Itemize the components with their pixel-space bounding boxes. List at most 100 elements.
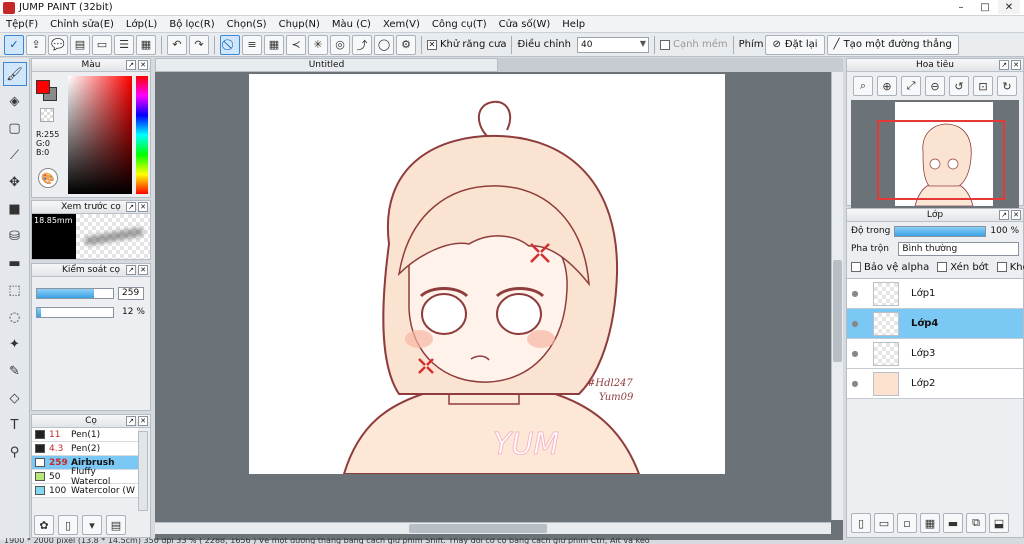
popout-icon[interactable]: ↗ bbox=[126, 202, 136, 212]
select-rect-tool-icon[interactable]: ⬚ bbox=[3, 278, 27, 302]
close-panel-icon[interactable]: ✕ bbox=[1011, 210, 1021, 220]
new-layer-8bit-icon[interactable]: ▭ bbox=[874, 513, 894, 533]
zoom-icon[interactable]: ⌕ bbox=[853, 76, 873, 96]
brush-item[interactable]: 100 Watercolor (W bbox=[32, 484, 138, 498]
text-tool-icon[interactable]: T bbox=[3, 413, 27, 437]
undo-icon[interactable]: ↶ bbox=[167, 34, 187, 55]
hue-slider[interactable] bbox=[136, 76, 148, 194]
parallel-snap-icon[interactable]: ≡ bbox=[242, 34, 262, 55]
lasso-tool-icon[interactable]: ◌ bbox=[3, 305, 27, 329]
visibility-icon[interactable]: ● bbox=[847, 289, 863, 298]
close-panel-icon[interactable]: ✕ bbox=[1011, 60, 1021, 70]
soft-edge-toggle[interactable]: Cạnh mềm bbox=[659, 39, 728, 50]
select-pen-tool-icon[interactable]: ✎ bbox=[3, 359, 27, 383]
new-layer-icon[interactable]: ▯ bbox=[851, 513, 871, 533]
layer-row[interactable]: ● Lớp3 bbox=[847, 339, 1023, 369]
menu-layer[interactable]: Lớp(L) bbox=[120, 19, 163, 30]
export-icon[interactable]: ⇪ bbox=[26, 34, 46, 55]
popout-icon[interactable]: ↗ bbox=[999, 210, 1009, 220]
list-icon[interactable]: ☰ bbox=[114, 34, 134, 55]
brush-size-slider[interactable] bbox=[36, 288, 114, 299]
brush-opacity-slider[interactable] bbox=[36, 307, 114, 318]
close-button[interactable]: ✕ bbox=[998, 0, 1020, 14]
layer-row-selected[interactable]: ● Lớp4 bbox=[847, 309, 1023, 339]
zoom-out-icon[interactable]: ⊖ bbox=[925, 76, 945, 96]
clipping-toggle[interactable]: Xén bớt bbox=[937, 262, 989, 273]
circle-snap-icon[interactable]: ◎ bbox=[330, 34, 350, 55]
layer-opacity-slider[interactable] bbox=[894, 225, 987, 237]
soft-edge-checkbox[interactable] bbox=[659, 39, 670, 50]
layer-row[interactable]: ● Lớp2 bbox=[847, 369, 1023, 399]
menu-window[interactable]: Cửa số(W) bbox=[493, 19, 557, 30]
settings-gear-icon[interactable]: ⚙ bbox=[396, 34, 416, 55]
horizontal-scrollbar[interactable] bbox=[155, 522, 831, 534]
merge-layer-icon[interactable]: ⬓ bbox=[989, 513, 1009, 533]
transparent-swatch[interactable] bbox=[40, 108, 54, 122]
popout-icon[interactable]: ↗ bbox=[126, 265, 136, 275]
antialias-toggle[interactable]: ✕ Khử răng cưa bbox=[427, 39, 506, 50]
vertical-scrollbar[interactable] bbox=[831, 72, 843, 520]
brush-list-scrollbar[interactable] bbox=[138, 431, 148, 511]
duplicate-layer-icon[interactable]: ⧉ bbox=[966, 513, 986, 533]
select-eraser-tool-icon[interactable]: ◇ bbox=[3, 386, 27, 410]
reset-button[interactable]: ⊘ Đặt lại bbox=[765, 34, 825, 55]
menu-tools[interactable]: Công cụ(T) bbox=[426, 19, 493, 30]
menu-filter[interactable]: Bộ lọc(R) bbox=[163, 19, 220, 30]
brush-settings-icon[interactable]: ✿ bbox=[34, 515, 54, 535]
close-panel-icon[interactable]: ✕ bbox=[138, 416, 148, 426]
primary-color-swatch[interactable] bbox=[36, 80, 50, 94]
visibility-icon[interactable]: ● bbox=[847, 379, 863, 388]
menu-file[interactable]: Tệp(F) bbox=[0, 19, 44, 30]
brush-item[interactable]: 11 Pen(1) bbox=[32, 428, 138, 442]
reset-view-icon[interactable]: ⊡ bbox=[973, 76, 993, 96]
move-tool-icon[interactable]: ✥ bbox=[3, 170, 27, 194]
new-brush-icon[interactable]: ▯ bbox=[58, 515, 78, 535]
rotate-left-icon[interactable]: ↺ bbox=[949, 76, 969, 96]
ellipse-snap-icon[interactable]: ◯ bbox=[374, 34, 394, 55]
menu-color[interactable]: Màu (C) bbox=[326, 19, 377, 30]
visibility-icon[interactable]: ● bbox=[847, 349, 863, 358]
brush-item[interactable]: 4.3 Pen(2) bbox=[32, 442, 138, 456]
protect-alpha-toggle[interactable]: Bảo vệ alpha bbox=[851, 262, 929, 273]
vanishing-snap-icon[interactable]: ≺ bbox=[286, 34, 306, 55]
rotate-right-icon[interactable]: ↻ bbox=[997, 76, 1017, 96]
menu-view[interactable]: Xem(V) bbox=[377, 19, 426, 30]
drawing-canvas[interactable]: #Hdl247 Yum09 YUM bbox=[249, 74, 725, 474]
redo-icon[interactable]: ↷ bbox=[189, 34, 209, 55]
rectangle-tool-icon[interactable]: ▢ bbox=[3, 116, 27, 140]
straight-line-button[interactable]: ╱ Tạo một đường thẳng bbox=[826, 34, 959, 55]
brush-item[interactable]: 50 Fluffy Watercol bbox=[32, 467, 138, 487]
saturation-value-picker[interactable] bbox=[68, 76, 132, 194]
fit-icon[interactable]: ⤢ bbox=[901, 76, 921, 96]
layer-row[interactable]: ● Lớp1 bbox=[847, 279, 1023, 309]
palette-icon[interactable]: 🎨 bbox=[38, 168, 58, 188]
curve-snap-icon[interactable]: ⤴ bbox=[352, 34, 372, 55]
navigator-viewport-frame[interactable] bbox=[877, 120, 1005, 200]
brush-tool-icon[interactable]: 🖌 bbox=[2, 62, 27, 86]
radial-snap-icon[interactable]: ✳ bbox=[308, 34, 328, 55]
document-icon[interactable]: ▭ bbox=[92, 34, 112, 55]
eyedropper-tool-icon[interactable]: ⚲ bbox=[3, 440, 27, 464]
new-halftone-layer-icon[interactable]: ▦ bbox=[920, 513, 940, 533]
brush-properties-icon[interactable]: ▤ bbox=[106, 515, 126, 535]
brush-size-input[interactable]: 259 bbox=[118, 287, 144, 300]
popout-icon[interactable]: ↗ bbox=[999, 60, 1009, 70]
grid-icon[interactable]: ▦ bbox=[136, 34, 156, 55]
gradient-tool-icon[interactable]: ▬ bbox=[3, 251, 27, 275]
close-panel-icon[interactable]: ✕ bbox=[138, 60, 148, 70]
navigator-preview[interactable] bbox=[851, 100, 1019, 208]
message-icon[interactable]: ▤ bbox=[70, 34, 90, 55]
vertical-scroll-thumb[interactable] bbox=[833, 260, 842, 362]
eraser-tool-icon[interactable]: ◈ bbox=[3, 89, 27, 113]
adjust-select[interactable]: 40 ▼ bbox=[576, 36, 649, 53]
layer-blend-select[interactable]: Bình thường bbox=[898, 242, 1019, 256]
line-tool-icon[interactable]: ⟋ bbox=[3, 143, 27, 167]
protect-alpha-checkbox[interactable] bbox=[851, 262, 861, 272]
brush-menu-icon[interactable]: ▾ bbox=[82, 515, 102, 535]
document-tab[interactable]: Untitled bbox=[155, 58, 498, 72]
horizontal-scroll-thumb[interactable] bbox=[409, 524, 547, 533]
close-panel-icon[interactable]: ✕ bbox=[138, 202, 148, 212]
new-folder-icon[interactable]: ▬ bbox=[943, 513, 963, 533]
fill-rect-tool-icon[interactable]: ■ bbox=[3, 197, 27, 221]
minimize-button[interactable]: – bbox=[950, 0, 972, 14]
